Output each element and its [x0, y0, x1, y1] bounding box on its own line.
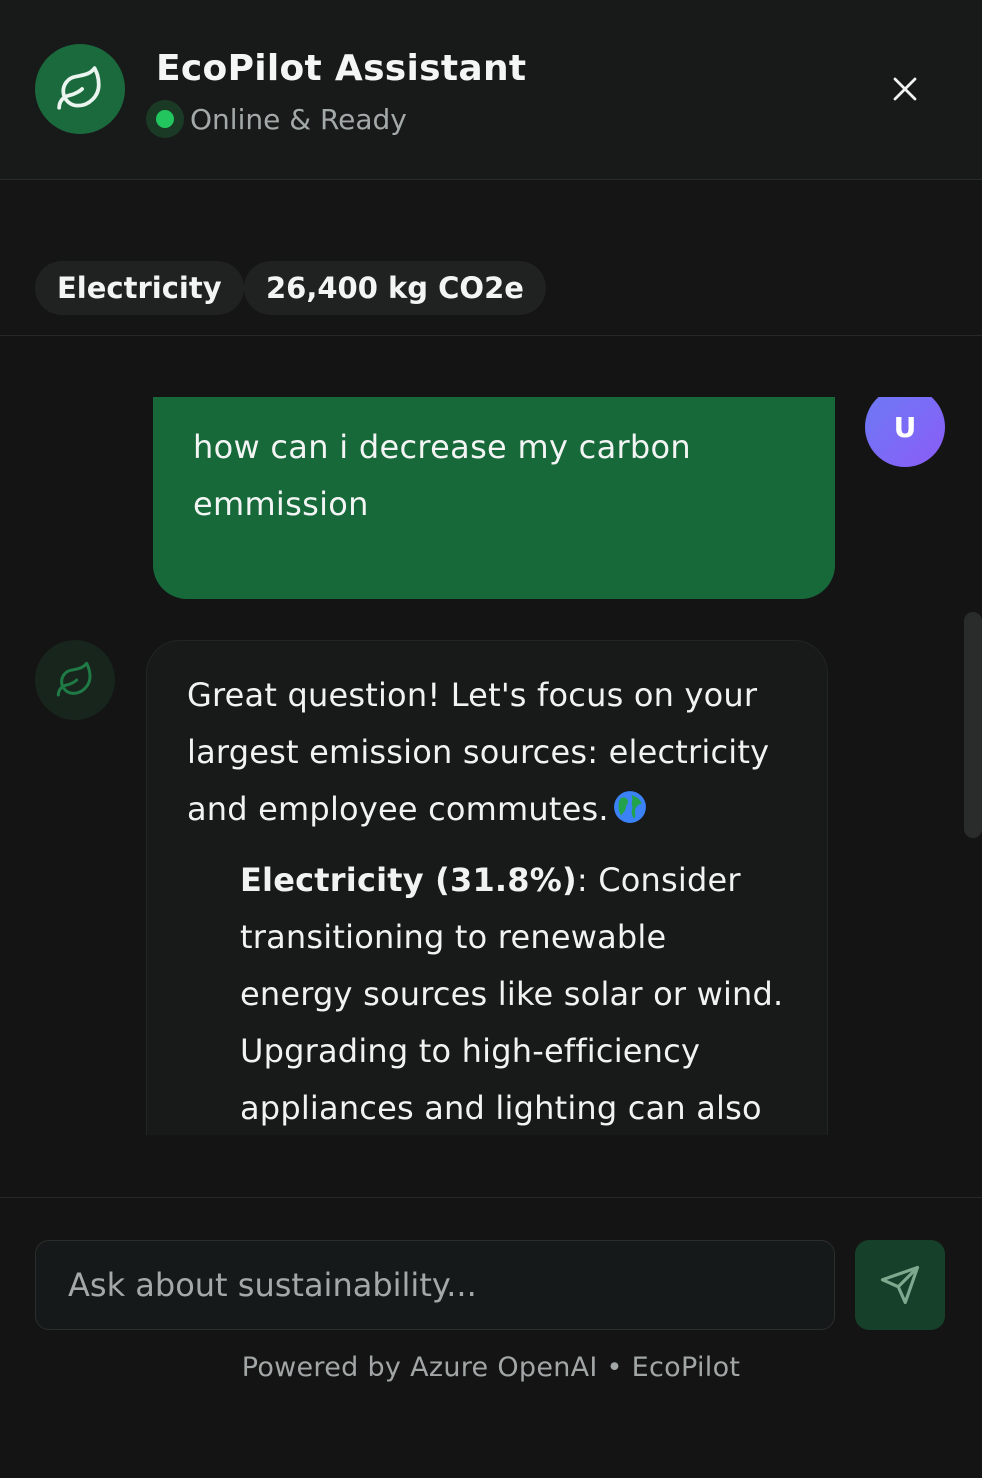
status-text: Online & Ready	[190, 102, 407, 136]
send-icon	[880, 1265, 920, 1305]
leaf-icon	[35, 44, 125, 134]
assistant-avatar	[35, 640, 115, 720]
close-button[interactable]	[880, 64, 930, 114]
recommendation-list: Electricity (31.8%): Consider transition…	[187, 852, 787, 1135]
assistant-message: Great question! Let's focus on your larg…	[146, 640, 828, 1135]
list-item: Electricity (31.8%): Consider transition…	[240, 852, 787, 1135]
message-list[interactable]: how can i decrease my carbon emmission U…	[0, 397, 982, 1135]
leaf-icon	[56, 661, 92, 697]
close-icon	[893, 77, 917, 101]
chat-header: EcoPilot Assistant Online & Ready	[0, 0, 982, 180]
bullet-title: Electricity (31.8%)	[240, 861, 577, 899]
footer-attribution: Powered by Azure OpenAI • EcoPilot	[241, 1352, 741, 1383]
composer: Powered by Azure OpenAI • EcoPilot	[0, 1197, 982, 1478]
send-button[interactable]	[855, 1240, 945, 1330]
status-indicator: Online & Ready	[146, 100, 407, 138]
user-avatar: U	[865, 397, 945, 467]
user-message: how can i decrease my carbon emmission	[153, 397, 835, 599]
message-input[interactable]	[35, 1240, 835, 1330]
online-status-icon	[146, 100, 184, 138]
chat-panel: EcoPilot Assistant Online & Ready Electr…	[0, 0, 982, 1478]
context-chips-bar: Electricity 26,400 kg CO2e	[0, 181, 982, 336]
chip-category: Electricity	[35, 261, 244, 315]
chip-emissions: 26,400 kg CO2e	[244, 261, 546, 315]
bullet-text: : Consider transitioning to renewable en…	[240, 861, 784, 1127]
globe-icon	[613, 791, 646, 823]
assistant-title: EcoPilot Assistant	[156, 48, 527, 89]
assistant-intro: Great question! Let's focus on your larg…	[187, 676, 770, 828]
scrollbar[interactable]	[964, 612, 982, 838]
